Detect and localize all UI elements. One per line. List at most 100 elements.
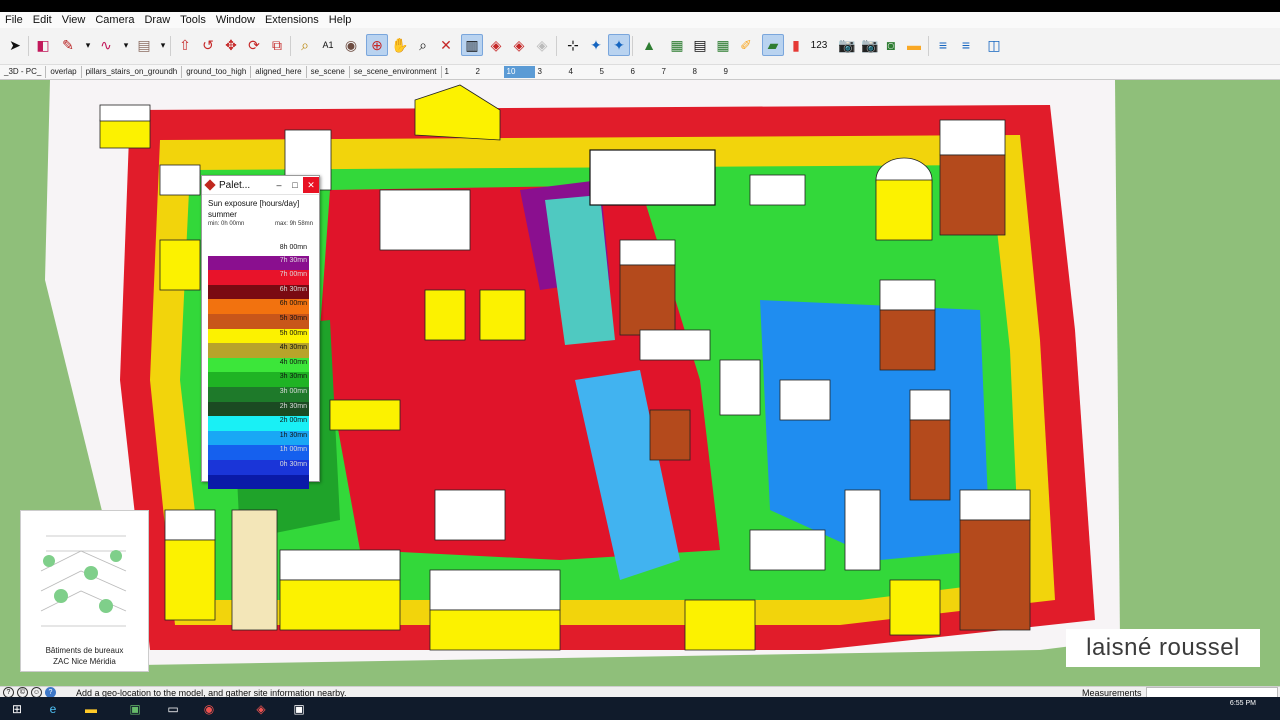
warehouse-icon[interactable]: ◈ — [485, 34, 507, 56]
sun-exposure-palette[interactable]: Palet... – □ ✕ Sun exposure [hours/day] … — [201, 175, 320, 490]
color-scale-label: 1h 00mn — [279, 446, 307, 454]
color-scale-row: 3h 30mn — [208, 372, 309, 387]
scene-number-tab[interactable]: 5 — [597, 66, 628, 78]
brand-caption-line: Bâtiments de bureaux — [45, 646, 124, 655]
geolocation-icon[interactable]: ✦ — [585, 34, 607, 56]
scene-tab[interactable]: aligned_here — [251, 66, 307, 78]
menu-draw[interactable]: Draw — [139, 12, 175, 28]
browser-icon[interactable]: ◉ — [196, 699, 222, 718]
scene-tab[interactable]: overlap — [46, 66, 82, 78]
menu-extensions[interactable]: Extensions — [260, 12, 324, 28]
layout-icon[interactable]: ◈ — [531, 34, 553, 56]
scale-tool-icon[interactable]: ⧉ — [266, 34, 288, 56]
clock[interactable]: 6:55 PM — [1230, 699, 1256, 708]
ruby-icon — [204, 179, 216, 191]
menu-edit[interactable]: Edit — [28, 12, 57, 28]
palette-titlebar[interactable]: Palet... – □ ✕ — [202, 176, 319, 195]
pencil-tool-icon[interactable]: ✎ — [57, 34, 79, 56]
color-scale-row: 5h 00mn — [208, 328, 309, 344]
scene-number-tab[interactable]: 6 — [628, 66, 659, 78]
scene-tab[interactable]: ground_too_high — [182, 66, 252, 78]
color-scale-row: 4h 00mn — [208, 357, 309, 373]
menu-file[interactable]: File — [0, 12, 28, 28]
palette-max: max: 9h 58mn — [274, 221, 313, 227]
scene-tab[interactable]: _3D - PC_ — [0, 66, 47, 78]
scene-tab[interactable]: pillars_stairs_on_groundh — [82, 66, 183, 78]
grid-icon[interactable]: ▦ — [666, 34, 688, 56]
color-scale-label: 2h 30mn — [279, 402, 307, 410]
measurements-label: Measurements — [1082, 687, 1142, 698]
export-icon[interactable]: ▦ — [712, 34, 734, 56]
toolbar-separator — [28, 36, 29, 56]
move-tool-icon[interactable]: ✥ — [220, 34, 242, 56]
scene-number-tab[interactable]: 1 — [442, 66, 473, 78]
maximize-icon[interactable]: □ — [287, 177, 303, 193]
layer-icon[interactable]: ≡ — [932, 34, 954, 56]
palette-heading-title: Sun exposure [hours/day] — [208, 199, 300, 208]
render-icon[interactable]: ◙ — [880, 34, 902, 56]
brush-icon[interactable]: ✐ — [735, 34, 757, 56]
scene-number-tab[interactable]: 9 — [721, 66, 752, 78]
extension-warehouse-icon[interactable]: ◈ — [508, 34, 530, 56]
color-scale-label: 3h 30mn — [279, 373, 307, 381]
toolbar-separator — [632, 36, 633, 56]
sketchup-icon[interactable]: ◈ — [248, 699, 274, 718]
add-location-icon[interactable]: ✦ — [608, 34, 630, 56]
eraser-tool-icon[interactable]: ◧ — [32, 34, 54, 56]
menu-camera[interactable]: Camera — [90, 12, 139, 28]
ie-icon[interactable]: e — [40, 699, 66, 718]
color-scale-icon[interactable]: ▮ — [785, 34, 807, 56]
menu-window[interactable]: Window — [211, 12, 260, 28]
app-icon[interactable]: ▣ — [286, 699, 312, 718]
color-scale-row: 5h 30mn — [208, 313, 309, 329]
windows-start-icon[interactable]: ⊞ — [4, 699, 30, 718]
paint-bucket-icon[interactable]: ◉ — [340, 34, 362, 56]
follow-me-tool-icon[interactable]: ↺ — [197, 34, 219, 56]
terminal-icon[interactable]: ▭ — [160, 699, 186, 718]
scene-number-tab-active[interactable]: 10 — [503, 66, 535, 78]
pan-tool-icon[interactable]: ✋ — [389, 34, 411, 56]
layer-icon[interactable]: ≡ — [955, 34, 977, 56]
section-plane-icon[interactable]: ▥ — [461, 34, 483, 56]
camera-icon[interactable]: 📷 — [836, 34, 858, 56]
folder-icon[interactable]: ▬ — [78, 699, 104, 718]
table-icon[interactable]: ▤ — [689, 34, 711, 56]
color-scale-row: 0h 30mn — [208, 459, 309, 475]
zoom-tool-icon[interactable]: ⌕ — [412, 34, 434, 56]
app-icon[interactable]: ▣ — [122, 699, 148, 718]
menu-help[interactable]: Help — [324, 12, 357, 28]
zoom-extents-icon[interactable]: ✕ — [435, 34, 457, 56]
tape-measure-icon[interactable]: ⌕ — [294, 34, 316, 56]
rotate-tool-icon[interactable]: ⟳ — [243, 34, 265, 56]
scale-top-label: 8h 00mn — [279, 244, 307, 251]
menu-view[interactable]: View — [57, 12, 91, 28]
scene-number-tab[interactable]: 3 — [535, 66, 566, 78]
color-scale-row — [208, 474, 309, 490]
orbit-tool-icon[interactable]: ⊕ — [366, 34, 388, 56]
menu-tools[interactable]: Tools — [175, 12, 211, 28]
model-viewport[interactable]: Palet... – □ ✕ Sun exposure [hours/day] … — [0, 80, 1280, 686]
freehand-tool-icon[interactable]: ∿ — [95, 34, 117, 56]
text-tool-icon[interactable]: A1 — [317, 34, 339, 56]
color-scale-row: 6h 30mn — [208, 284, 309, 300]
folder-icon[interactable]: ▬ — [903, 34, 925, 56]
outliner-icon[interactable]: ◫ — [983, 34, 1005, 56]
camera-icon[interactable]: 📷 — [859, 34, 881, 56]
scene-tab[interactable]: se_scene — [307, 66, 350, 78]
sun-analysis-icon[interactable]: ▰ — [762, 34, 784, 56]
scene-number-tab[interactable]: 7 — [659, 66, 690, 78]
select-tool-icon[interactable]: ➤ — [4, 34, 26, 56]
status-message: Add a geo-location to the model, and gat… — [76, 687, 347, 698]
color-scale-row: 2h 00mn — [208, 416, 309, 431]
crosshair-icon[interactable]: ⊹ — [562, 34, 584, 56]
scene-tabs: _3D - PC_ overlap pillars_stairs_on_grou… — [0, 65, 1280, 80]
scene-number-tab[interactable]: 8 — [690, 66, 721, 78]
scene-number-tab[interactable]: 4 — [566, 66, 597, 78]
minimize-icon[interactable]: – — [271, 177, 287, 193]
push-pull-tool-icon[interactable]: ⇧ — [174, 34, 196, 56]
scene-number-tab[interactable]: 2 — [473, 66, 504, 78]
terrain-icon[interactable]: ▲ — [638, 34, 660, 56]
close-icon[interactable]: ✕ — [303, 177, 319, 193]
scene-tab[interactable]: se_scene_environment — [350, 66, 442, 78]
numbers-icon[interactable]: 123 — [808, 34, 830, 56]
